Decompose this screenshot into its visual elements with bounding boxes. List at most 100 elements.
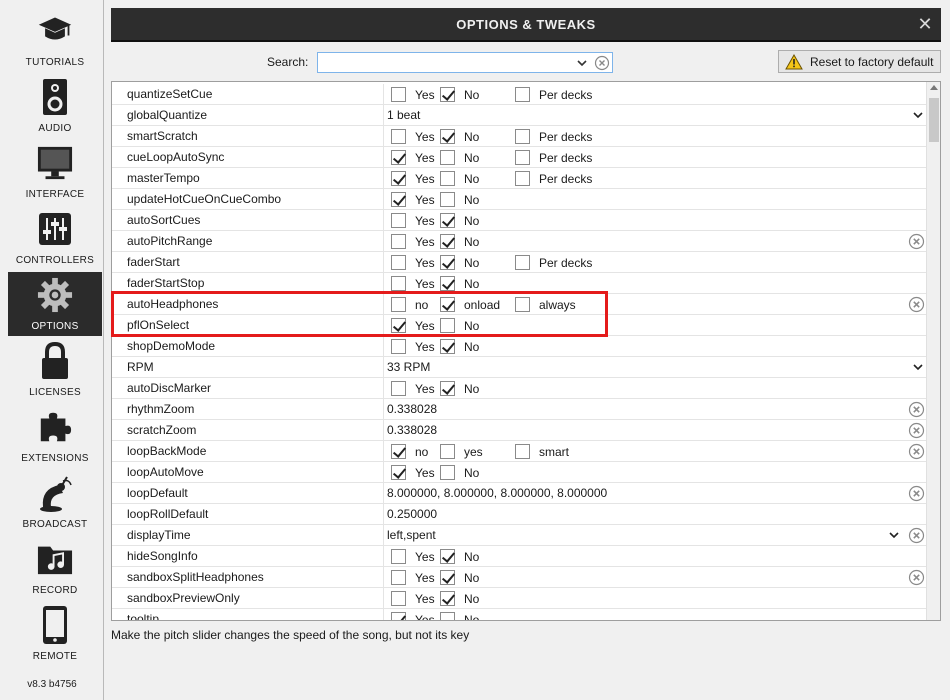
select-value[interactable]: left,spent	[387, 528, 436, 542]
option-choice-no[interactable]: No	[440, 380, 479, 397]
reset-factory-default-button[interactable]: Reset to factory default	[778, 50, 941, 73]
option-choice-yes[interactable]: Yes	[391, 380, 435, 397]
checkbox[interactable]	[440, 150, 455, 165]
option-choice-per-decks[interactable]: Per decks	[515, 170, 592, 187]
checked-checkbox[interactable]	[440, 234, 455, 249]
checkbox[interactable]	[391, 213, 406, 228]
chevron-down-icon[interactable]	[912, 109, 924, 121]
select-value[interactable]: 1 beat	[387, 108, 420, 122]
clear-search-icon[interactable]	[594, 55, 610, 71]
checked-checkbox[interactable]	[391, 465, 406, 480]
sidebar-item-tutorials[interactable]: TUTORIALS	[8, 8, 102, 72]
option-choice-yes[interactable]: Yes	[391, 590, 435, 607]
option-choice-no[interactable]: No	[440, 86, 479, 103]
option-choice-no[interactable]: No	[440, 212, 479, 229]
option-choice-smart[interactable]: smart	[515, 443, 569, 460]
option-choice-no[interactable]: No	[440, 569, 479, 586]
option-choice-per-decks[interactable]: Per decks	[515, 254, 592, 271]
select-value[interactable]: 33 RPM	[387, 360, 430, 374]
checked-checkbox[interactable]	[440, 255, 455, 270]
sidebar-item-remote[interactable]: REMOTE	[8, 602, 102, 666]
checkbox[interactable]	[515, 171, 530, 186]
scrollbar[interactable]	[926, 82, 940, 620]
reset-option-icon[interactable]	[908, 569, 925, 586]
option-choice-no[interactable]: no	[391, 296, 428, 313]
option-choice-per-decks[interactable]: Per decks	[515, 128, 592, 145]
option-choice-yes[interactable]: Yes	[391, 275, 435, 292]
option-choice-yes[interactable]: Yes	[391, 86, 435, 103]
checked-checkbox[interactable]	[391, 612, 406, 620]
checked-checkbox[interactable]	[440, 276, 455, 291]
option-choice-yes[interactable]: Yes	[391, 569, 435, 586]
checkbox[interactable]	[440, 612, 455, 620]
checked-checkbox[interactable]	[440, 591, 455, 606]
option-choice-yes[interactable]: Yes	[391, 149, 435, 166]
text-value[interactable]: 0.250000	[387, 507, 437, 521]
checkbox[interactable]	[391, 276, 406, 291]
option-choice-no[interactable]: No	[440, 338, 479, 355]
checkbox[interactable]	[391, 549, 406, 564]
scroll-up-arrow-icon[interactable]	[930, 85, 938, 90]
checked-checkbox[interactable]	[391, 171, 406, 186]
checked-checkbox[interactable]	[440, 570, 455, 585]
option-choice-yes[interactable]: Yes	[391, 233, 435, 250]
reset-option-icon[interactable]	[908, 401, 925, 418]
option-choice-yes[interactable]: Yes	[391, 464, 435, 481]
checkbox[interactable]	[391, 591, 406, 606]
option-choice-no[interactable]: No	[440, 548, 479, 565]
checked-checkbox[interactable]	[440, 213, 455, 228]
checkbox[interactable]	[515, 255, 530, 270]
option-choice-no[interactable]: No	[440, 317, 479, 334]
checkbox[interactable]	[440, 171, 455, 186]
checkbox[interactable]	[515, 129, 530, 144]
sidebar-item-licenses[interactable]: LICENSES	[8, 338, 102, 402]
option-choice-always[interactable]: always	[515, 296, 576, 313]
option-choice-no[interactable]: No	[440, 464, 479, 481]
checked-checkbox[interactable]	[391, 150, 406, 165]
option-choice-no[interactable]: No	[440, 170, 479, 187]
option-choice-no[interactable]: No	[440, 254, 479, 271]
checked-checkbox[interactable]	[440, 297, 455, 312]
option-choice-no[interactable]: No	[440, 275, 479, 292]
option-choice-yes[interactable]: Yes	[391, 191, 435, 208]
scroll-thumb[interactable]	[929, 98, 939, 142]
checked-checkbox[interactable]	[440, 87, 455, 102]
checked-checkbox[interactable]	[440, 129, 455, 144]
sidebar-item-controllers[interactable]: CONTROLLERS	[8, 206, 102, 270]
checkbox[interactable]	[391, 570, 406, 585]
checkbox[interactable]	[515, 150, 530, 165]
option-choice-yes[interactable]: Yes	[391, 317, 435, 334]
checkbox[interactable]	[391, 255, 406, 270]
text-value[interactable]: 0.338028	[387, 402, 437, 416]
sidebar-item-broadcast[interactable]: BROADCAST	[8, 470, 102, 534]
option-choice-no[interactable]: No	[440, 149, 479, 166]
checkbox[interactable]	[391, 87, 406, 102]
chevron-down-icon[interactable]	[888, 529, 900, 541]
checkbox[interactable]	[515, 297, 530, 312]
checkbox[interactable]	[440, 192, 455, 207]
option-choice-yes[interactable]: Yes	[391, 338, 435, 355]
checked-checkbox[interactable]	[391, 318, 406, 333]
option-choice-yes[interactable]: Yes	[391, 254, 435, 271]
checked-checkbox[interactable]	[391, 192, 406, 207]
reset-option-icon[interactable]	[908, 233, 925, 250]
checkbox[interactable]	[440, 318, 455, 333]
checkbox[interactable]	[515, 444, 530, 459]
checkbox[interactable]	[391, 234, 406, 249]
sidebar-item-interface[interactable]: INTERFACE	[8, 140, 102, 204]
reset-option-icon[interactable]	[908, 527, 925, 544]
reset-option-icon[interactable]	[908, 422, 925, 439]
search-input[interactable]	[320, 54, 572, 71]
close-button[interactable]: ✕	[915, 14, 935, 34]
checkbox[interactable]	[440, 465, 455, 480]
checked-checkbox[interactable]	[440, 339, 455, 354]
reset-option-icon[interactable]	[908, 296, 925, 313]
option-choice-yes[interactable]: Yes	[391, 170, 435, 187]
reset-option-icon[interactable]	[908, 485, 925, 502]
sidebar-item-options[interactable]: OPTIONS	[8, 272, 102, 336]
checkbox[interactable]	[440, 444, 455, 459]
option-choice-no[interactable]: No	[440, 191, 479, 208]
text-value[interactable]: 0.338028	[387, 423, 437, 437]
option-choice-per-decks[interactable]: Per decks	[515, 149, 592, 166]
checkbox[interactable]	[515, 87, 530, 102]
